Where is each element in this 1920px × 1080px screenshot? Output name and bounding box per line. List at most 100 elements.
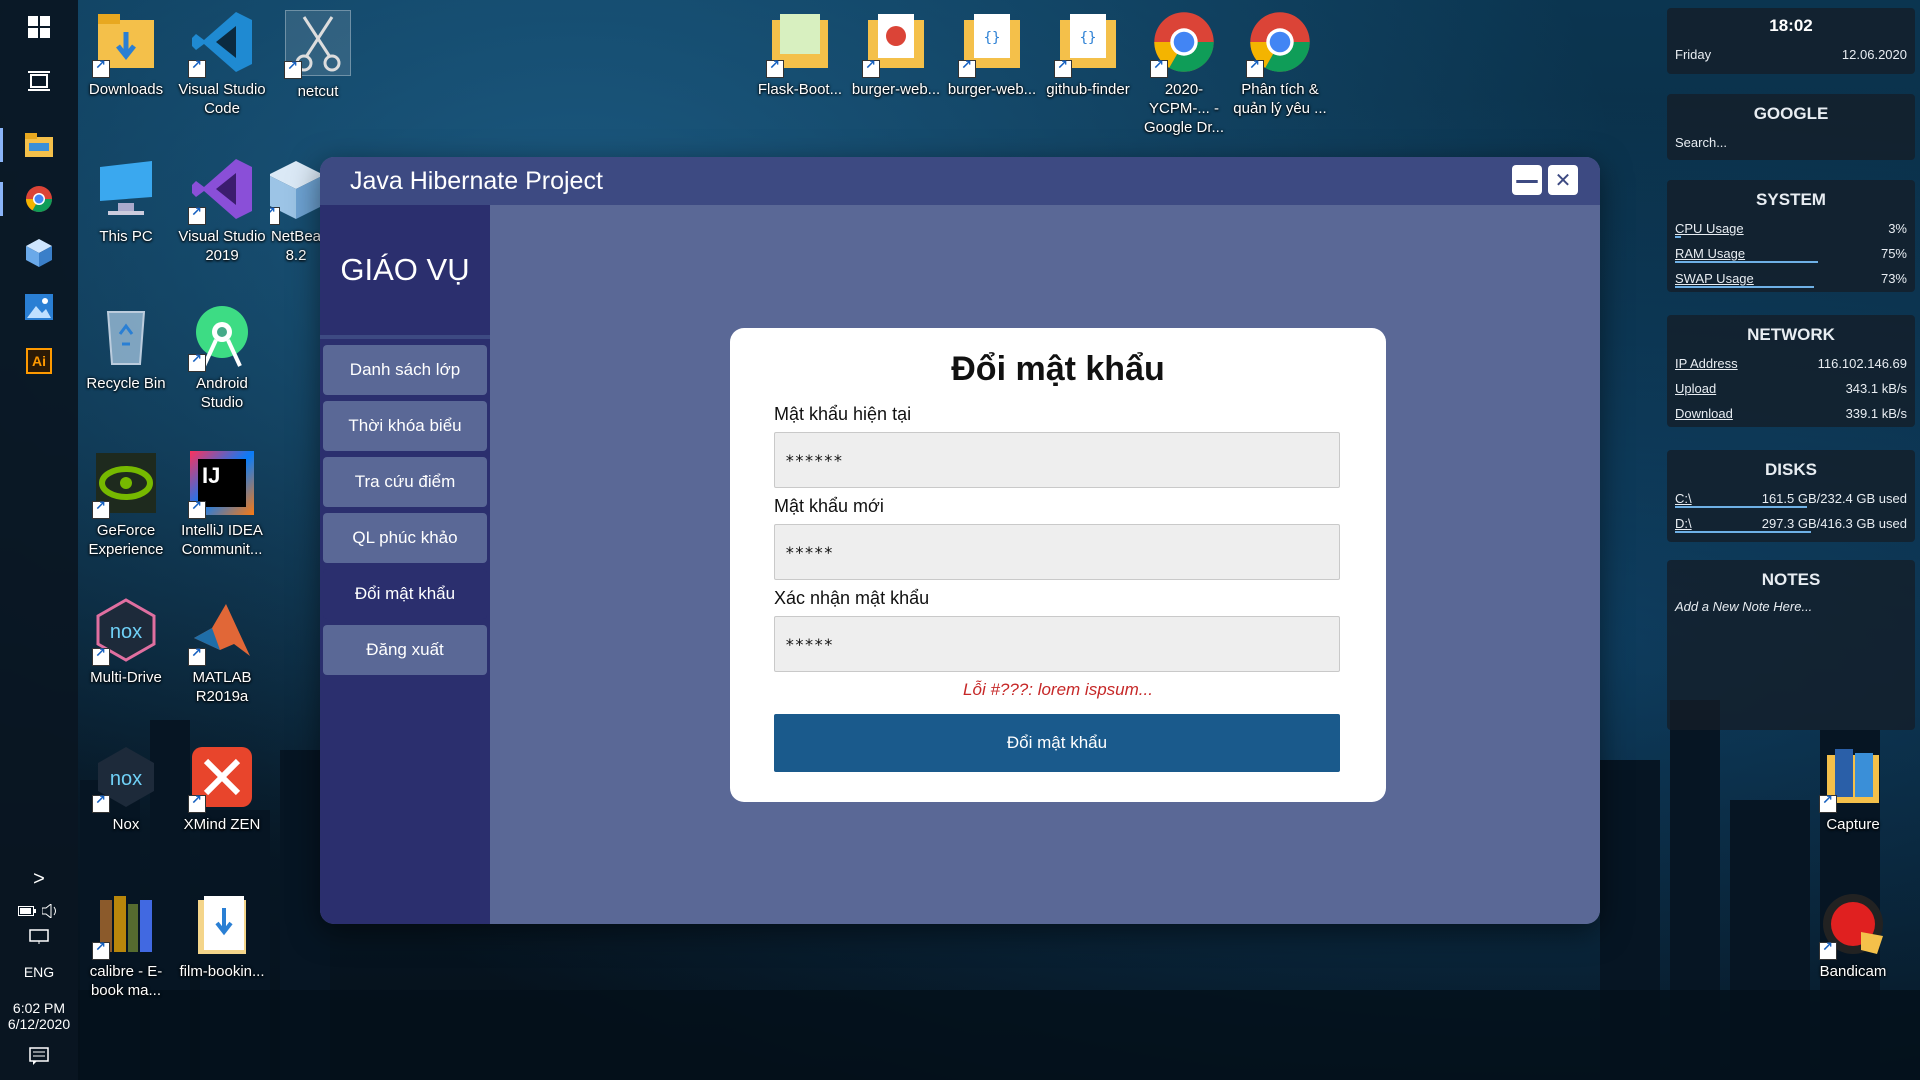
shortcut-arrow-icon [92,940,110,960]
row-label: SWAP Usage [1675,271,1754,286]
vscode-icon [188,10,254,78]
row-value: 161.5 GB/232.4 GB used [1761,491,1907,506]
shortcut-arrow-icon [188,205,206,225]
new-password-field[interactable]: ***** [774,524,1340,580]
taskbar-chrome[interactable] [0,172,78,226]
notes-input[interactable]: Add a New Note Here... [1667,594,1915,619]
desktop-icon-netcut[interactable]: netcut [270,10,366,101]
taskbar-file-explorer[interactable] [0,118,78,172]
desktop-icon-label: netcut [297,83,339,100]
minimize-button[interactable]: — [1512,165,1542,195]
desktop-icon-flask-boot[interactable]: Flask-Boot... [752,10,848,99]
desktop-icon-recycle-bin[interactable]: Recycle Bin [78,304,174,393]
google-search-input[interactable]: Search... [1667,130,1915,155]
3d-box-icon [26,239,52,267]
disk-d-usage-bar [1675,531,1811,533]
sidebar-item-tra-cuu-diem[interactable]: Tra cứu điểm [323,457,487,507]
desktop-icon-calibre[interactable]: calibre - E-book ma... [78,892,174,1000]
taskbar-illustrator[interactable]: Ai [0,334,78,388]
desktop-icon-burger-web-1[interactable]: burger-web... [848,10,944,99]
desktop-icon-capture[interactable]: Capture [1805,745,1901,834]
folder-icon [862,10,928,78]
volume-icon[interactable] [42,904,60,918]
task-view-icon [28,71,50,91]
form-title: Đổi mật khẩu [951,350,1165,388]
svg-text:{}: {} [984,30,1001,46]
notes-widget-title: NOTES [1761,570,1821,589]
desktop-icon-label: Flask-Boot... [757,81,843,98]
cpu-usage-bar [1675,236,1681,238]
desktop-icon-multi-drive[interactable]: nox Multi-Drive [78,598,174,687]
row-label: CPU Usage [1675,221,1744,236]
desktop-icon-intellij[interactable]: IJ IntelliJ IDEA Communit... [174,451,270,559]
taskbar-photos[interactable] [0,280,78,334]
row-value: 116.102.146.69 [1817,356,1907,371]
calibre-books-icon [92,892,158,960]
desktop-icon-nox[interactable]: nox Nox [78,745,174,834]
desktop-icon-phan-tich[interactable]: Phân tích & quản lý yêu ... [1232,10,1328,118]
taskbar: Ai > ENG 6:02 PM 6/12/2020 [0,0,78,1080]
shortcut-arrow-icon [1054,58,1072,78]
system-widget-title: SYSTEM [1756,190,1826,209]
folder-icon: {} [958,10,1024,78]
desktop-icon-vscode[interactable]: Visual Studio Code [174,10,270,118]
network-tray[interactable] [29,924,49,950]
sidebar-item-ql-phuc-khao[interactable]: QL phúc khảo [323,513,487,563]
network-widget-title: NETWORK [1747,325,1835,344]
desktop-icon-burger-web-2[interactable]: {} burger-web... [944,10,1040,99]
clock-date[interactable]: 6/12/2020 [8,1016,70,1032]
battery-icon[interactable] [18,906,36,916]
desktop-icon-label: This PC [99,228,153,245]
action-center-button[interactable] [0,1032,78,1080]
windows-start-button[interactable] [0,0,78,54]
desktop-icon-bandicam[interactable]: Bandicam [1805,892,1901,981]
current-password-label: Mật khẩu hiện tại [774,404,912,424]
desktop-icon-label: 2020-YCPM-... - Google Dr... [1143,81,1225,136]
sidebar-item-doi-mat-khau[interactable]: Đổi mật khẩu [323,569,487,619]
desktop-icon-github-finder[interactable]: {} github-finder [1040,10,1136,99]
desktop-icon-google-drive-doc[interactable]: 2020-YCPM-... - Google Dr... [1136,10,1232,137]
main-content: Đổi mật khẩu Mật khẩu hiện tại ****** Mậ… [490,205,1600,924]
ram-usage-bar [1675,261,1818,263]
taskbar-3d-viewer[interactable] [0,226,78,280]
row-label: Upload [1675,381,1717,396]
desktop-icon-film-booking[interactable]: film-bookin... [174,892,270,981]
desktop-icon-geforce[interactable]: GeForce Experience [78,451,174,559]
tray-expand-chevron[interactable]: > [33,868,45,898]
window-titlebar[interactable]: Java Hibernate Project — ✕ [320,157,1600,205]
desktop-icon-this-pc[interactable]: This PC [78,157,174,246]
close-button[interactable]: ✕ [1548,165,1578,195]
desktop-icon-downloads[interactable]: Downloads [78,10,174,99]
row-label: D:\ [1675,516,1692,531]
language-indicator[interactable]: ENG [24,950,54,994]
sidebar-item-dang-xuat[interactable]: Đăng xuất [323,625,487,675]
sidebar-item-thoi-khoa-bieu[interactable]: Thời khóa biểu [323,401,487,451]
shortcut-arrow-icon [862,58,880,78]
widget-clock-day: Friday [1675,47,1712,62]
illustrator-icon: Ai [26,348,52,374]
desktop-icon-matlab[interactable]: MATLAB R2019a [174,598,270,706]
sidebar-item-danh-sach-lop[interactable]: Danh sách lớp [323,345,487,395]
confirm-password-field[interactable]: ***** [774,616,1340,672]
sidebar-title: GIÁO VỤ [320,205,490,339]
desktop-icon-label: Visual Studio 2019 [178,228,266,264]
desktop-icon-label: IntelliJ IDEA Communit... [181,522,263,558]
shortcut-arrow-icon [92,793,110,813]
computer-icon [94,157,158,221]
downloads-folder-icon [92,10,158,78]
change-password-button[interactable]: Đổi mật khẩu [774,714,1340,772]
desktop-icon-label: Bandicam [1819,963,1887,980]
intellij-logo-text: IJ [198,459,246,507]
task-view-button[interactable] [0,54,78,108]
desktop-icon-visual-studio-2019[interactable]: Visual Studio 2019 [174,157,270,265]
nvidia-icon [92,451,158,519]
clock-time[interactable]: 6:02 PM [13,1000,65,1016]
desktop-icon-xmind[interactable]: XMind ZEN [174,745,270,834]
desktop-icon-android-studio[interactable]: Android Studio [174,304,270,412]
desktop-icon-label: Multi-Drive [90,669,162,686]
desktop-icon-netbeans[interactable]: NetBea 8.2 [270,157,322,265]
disks-widget-title: DISKS [1765,460,1817,479]
xmind-icon [188,745,254,813]
shortcut-arrow-icon [188,499,206,519]
current-password-field[interactable]: ****** [774,432,1340,488]
